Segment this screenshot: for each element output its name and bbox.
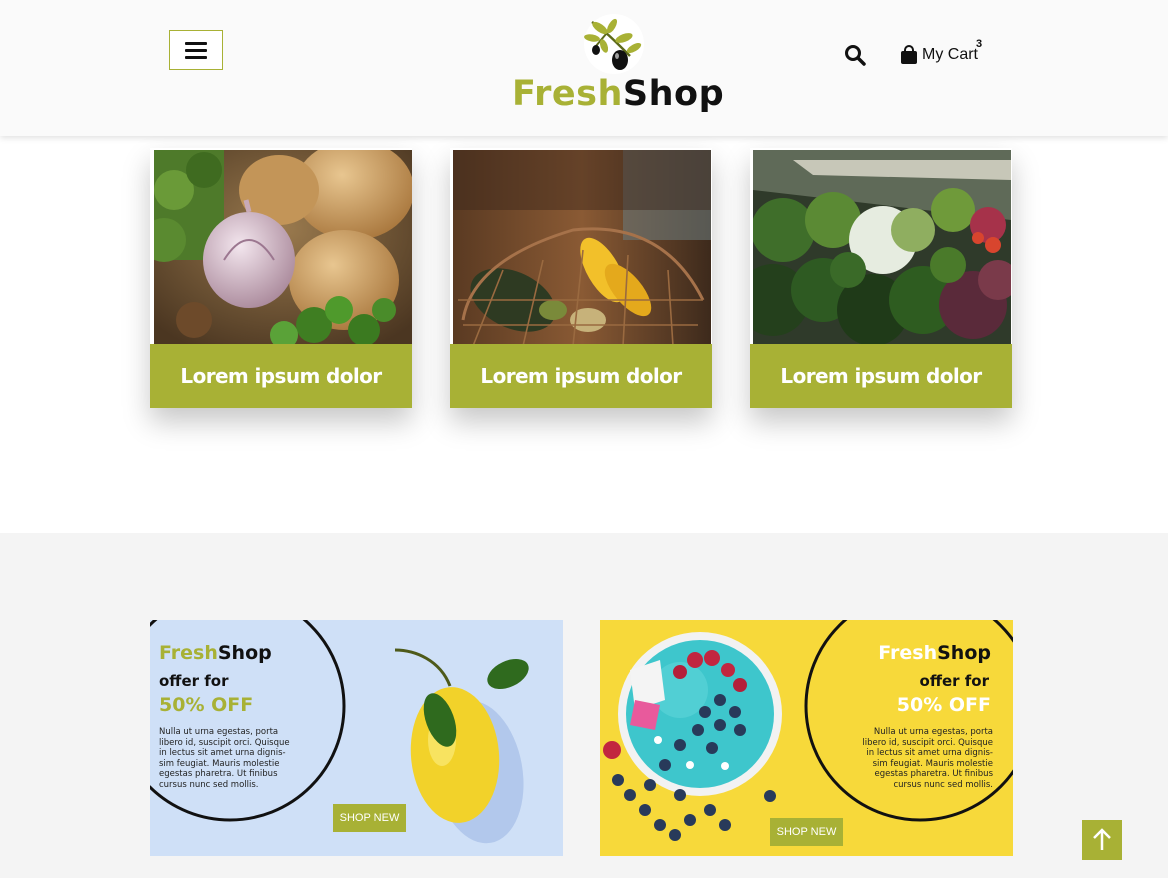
- cart-label: My Cart: [922, 46, 978, 63]
- offer-description-line: egestas pharetra. Ut finibus: [874, 769, 994, 779]
- offer-description-line: Nulla ut urna egestas, porta: [873, 727, 993, 737]
- offer-subtitle: offer for: [919, 672, 989, 690]
- site-header: FreshShop My Cart 3: [0, 0, 1168, 136]
- hamburger-icon-bar: [185, 49, 207, 52]
- category-card-1[interactable]: Lorem ipsum dolor: [150, 148, 412, 408]
- category-card-3[interactable]: Lorem ipsum dolor: [750, 148, 1012, 408]
- category-card-title: Lorem ipsum dolor: [150, 344, 412, 408]
- category-image-vegetable-basket: [453, 150, 711, 346]
- offer-subtitle: offer for: [159, 672, 229, 690]
- offer-banner-lemon[interactable]: FreshShop offer for 50% OFF Nulla ut urn…: [150, 620, 563, 856]
- shop-new-button[interactable]: SHOP NEW: [333, 804, 406, 832]
- offer-banner-smoothie[interactable]: FreshShop offer for 50% OFF Nulla ut urn…: [600, 620, 1013, 856]
- offer-brand-fresh: Fresh: [159, 642, 218, 664]
- search-button[interactable]: [843, 43, 867, 67]
- logo-part-fresh: Fresh: [512, 74, 623, 114]
- offer-description-line: libero id, suscipit orci. Quisque: [862, 737, 993, 748]
- offer-discount: 50% OFF: [896, 694, 991, 716]
- offer-description-line: cursus nunc sed mollis.: [893, 779, 994, 790]
- offer-description-line: in lectus sit amet urna dignis-: [866, 748, 993, 758]
- offer-brand: FreshShop: [878, 642, 991, 664]
- category-card-2[interactable]: Lorem ipsum dolor: [450, 148, 712, 408]
- category-card-title: Lorem ipsum dolor: [450, 344, 712, 408]
- logo-part-shop: Shop: [622, 74, 725, 114]
- site-logo[interactable]: FreshShop: [508, 10, 724, 122]
- offer-discount: 50% OFF: [159, 694, 254, 716]
- offer-description-line: libero id, suscipit orci. Quisque: [159, 737, 290, 748]
- offer-description-line: Nulla ut urna egestas, porta: [159, 727, 279, 737]
- cart-count-badge: 3: [976, 38, 983, 50]
- category-image-garlic-potatoes: [154, 150, 412, 346]
- category-image-produce-shelf: [753, 150, 1011, 346]
- offer-description-line: egestas pharetra. Ut finibus: [159, 769, 278, 779]
- cart-link[interactable]: My Cart 3: [900, 38, 982, 70]
- olive-branch-logo-icon: [584, 14, 644, 74]
- offer-brand: FreshShop: [159, 642, 272, 664]
- offer-description-line: cursus nunc sed mollis.: [159, 779, 259, 790]
- offer-description-line: in lectus sit amet urna dignis-: [159, 748, 286, 758]
- menu-toggle-button[interactable]: [169, 30, 223, 70]
- hamburger-icon-bar: [185, 56, 207, 59]
- offer-brand-fresh: Fresh: [878, 642, 938, 664]
- category-card-title: Lorem ipsum dolor: [750, 344, 1012, 408]
- arrow-up-icon: [1093, 828, 1111, 850]
- offer-description-line: sim feugiat. Mauris molestie: [159, 758, 280, 769]
- shopping-bag-icon: [901, 45, 917, 64]
- search-icon: [845, 45, 866, 66]
- hamburger-icon: [185, 42, 207, 45]
- offer-description: Nulla ut urna egestas, porta libero id, …: [159, 727, 309, 790]
- back-to-top-button[interactable]: [1082, 820, 1122, 860]
- offer-brand-shop: Shop: [217, 642, 272, 664]
- offer-brand-shop: Shop: [937, 642, 991, 664]
- offer-description-line: sim feugiat. Mauris molestie: [872, 758, 993, 769]
- offer-description: Nulla ut urna egestas, porta libero id, …: [833, 727, 993, 790]
- shop-new-button[interactable]: SHOP NEW: [770, 818, 843, 846]
- logo-wordmark: FreshShop: [512, 74, 724, 114]
